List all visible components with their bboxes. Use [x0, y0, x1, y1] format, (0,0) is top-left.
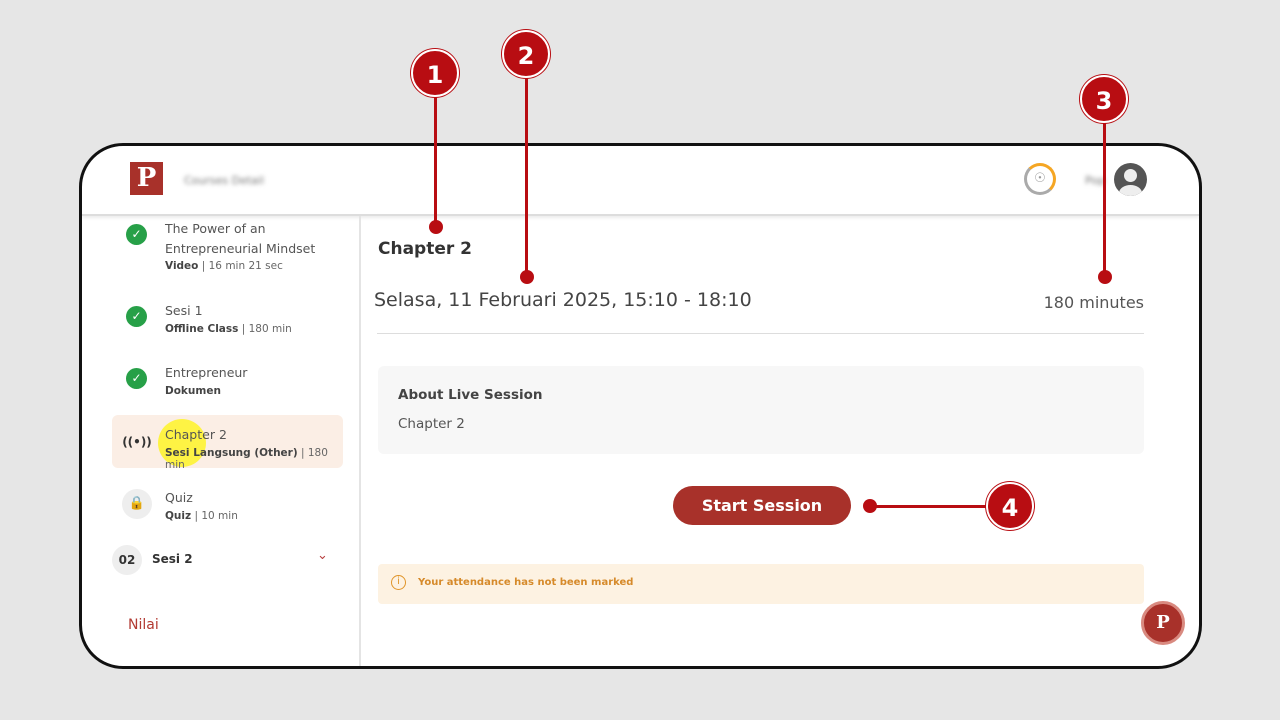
- start-session-button[interactable]: Start Session: [673, 486, 851, 525]
- section-sesi-2[interactable]: 02 Sesi 2 ⌄: [112, 544, 343, 576]
- sidebar-item[interactable]: ✓ Sesi 1 Offline Class | 180 min: [112, 296, 343, 346]
- annotation-marker-2: 2: [502, 30, 550, 78]
- sidebar-item[interactable]: 🔒 Quiz Quiz | 10 min: [112, 486, 343, 526]
- attendance-notice: i Your attendance has not been marked: [378, 564, 1144, 604]
- header: P Courses Detail ☉ Pop: [82, 146, 1199, 216]
- annotation-dot: [520, 270, 534, 284]
- item-meta: Quiz | 10 min: [165, 510, 238, 522]
- sidebar-item-active[interactable]: ((•)) Chapter 2 Sesi Langsung (Other) | …: [112, 415, 343, 471]
- chat-button[interactable]: P: [1141, 601, 1185, 645]
- grades-link[interactable]: Nilai: [128, 617, 159, 633]
- app-window: P Courses Detail ☉ Pop ✓ The Power of an…: [79, 143, 1202, 669]
- sidebar-item[interactable]: ✓ The Power of an Entrepreneurial Mindse…: [112, 216, 343, 278]
- item-title: Chapter 2: [165, 427, 227, 442]
- annotation-dot: [1098, 270, 1112, 284]
- item-meta: Video | 16 min 21 sec: [165, 260, 283, 272]
- award-icon[interactable]: ☉: [1024, 163, 1056, 195]
- check-icon: ✓: [126, 368, 147, 389]
- live-broadcast-icon: ((•)): [122, 435, 152, 449]
- item-title: Entrepreneur: [165, 365, 248, 380]
- section-label: Sesi 2: [152, 552, 193, 566]
- check-icon: ✓: [126, 224, 147, 245]
- item-title: The Power of an Entrepreneurial Mindset: [165, 221, 316, 256]
- annotation-line: [525, 75, 528, 275]
- check-icon: ✓: [126, 306, 147, 327]
- divider: [377, 333, 1144, 334]
- annotation-line: [870, 505, 990, 508]
- about-heading: About Live Session: [398, 387, 543, 403]
- annotation-line: [434, 96, 437, 226]
- avatar[interactable]: [1114, 163, 1147, 196]
- notice-text: Your attendance has not been marked: [418, 577, 634, 588]
- annotation-marker-3: 3: [1080, 75, 1128, 123]
- item-meta: Offline Class | 180 min: [165, 323, 292, 335]
- logo[interactable]: P: [130, 162, 163, 195]
- sidebar-item[interactable]: ✓ Entrepreneur Dokumen: [112, 358, 343, 408]
- item-meta: Sesi Langsung (Other) | 180 min: [165, 447, 328, 471]
- item-meta: Dokumen: [165, 385, 221, 397]
- annotation-dot: [429, 220, 443, 234]
- annotation-dot: [863, 499, 877, 513]
- item-title: Sesi 1: [165, 303, 203, 318]
- item-title: Quiz: [165, 490, 193, 505]
- info-icon: i: [391, 575, 406, 590]
- session-datetime: Selasa, 11 Februari 2025, 15:10 - 18:10: [374, 289, 752, 311]
- page-title: Chapter 2: [378, 239, 473, 259]
- about-card: About Live Session Chapter 2: [378, 366, 1144, 454]
- annotation-marker-4: 4: [986, 482, 1034, 530]
- sidebar: ✓ The Power of an Entrepreneurial Mindse…: [82, 216, 361, 666]
- user-name: Pop: [1085, 174, 1105, 187]
- chevron-down-icon[interactable]: ⌄: [317, 548, 328, 563]
- annotation-marker-1: 1: [411, 49, 459, 97]
- annotation-line: [1103, 122, 1106, 275]
- about-text: Chapter 2: [398, 416, 465, 432]
- main-content: Chapter 2 Selasa, 11 Februari 2025, 15:1…: [363, 216, 1199, 666]
- session-duration: 180 minutes: [1043, 293, 1144, 312]
- lock-icon: 🔒: [122, 489, 152, 519]
- section-number: 02: [112, 545, 142, 575]
- app-title: Courses Detail: [184, 174, 265, 187]
